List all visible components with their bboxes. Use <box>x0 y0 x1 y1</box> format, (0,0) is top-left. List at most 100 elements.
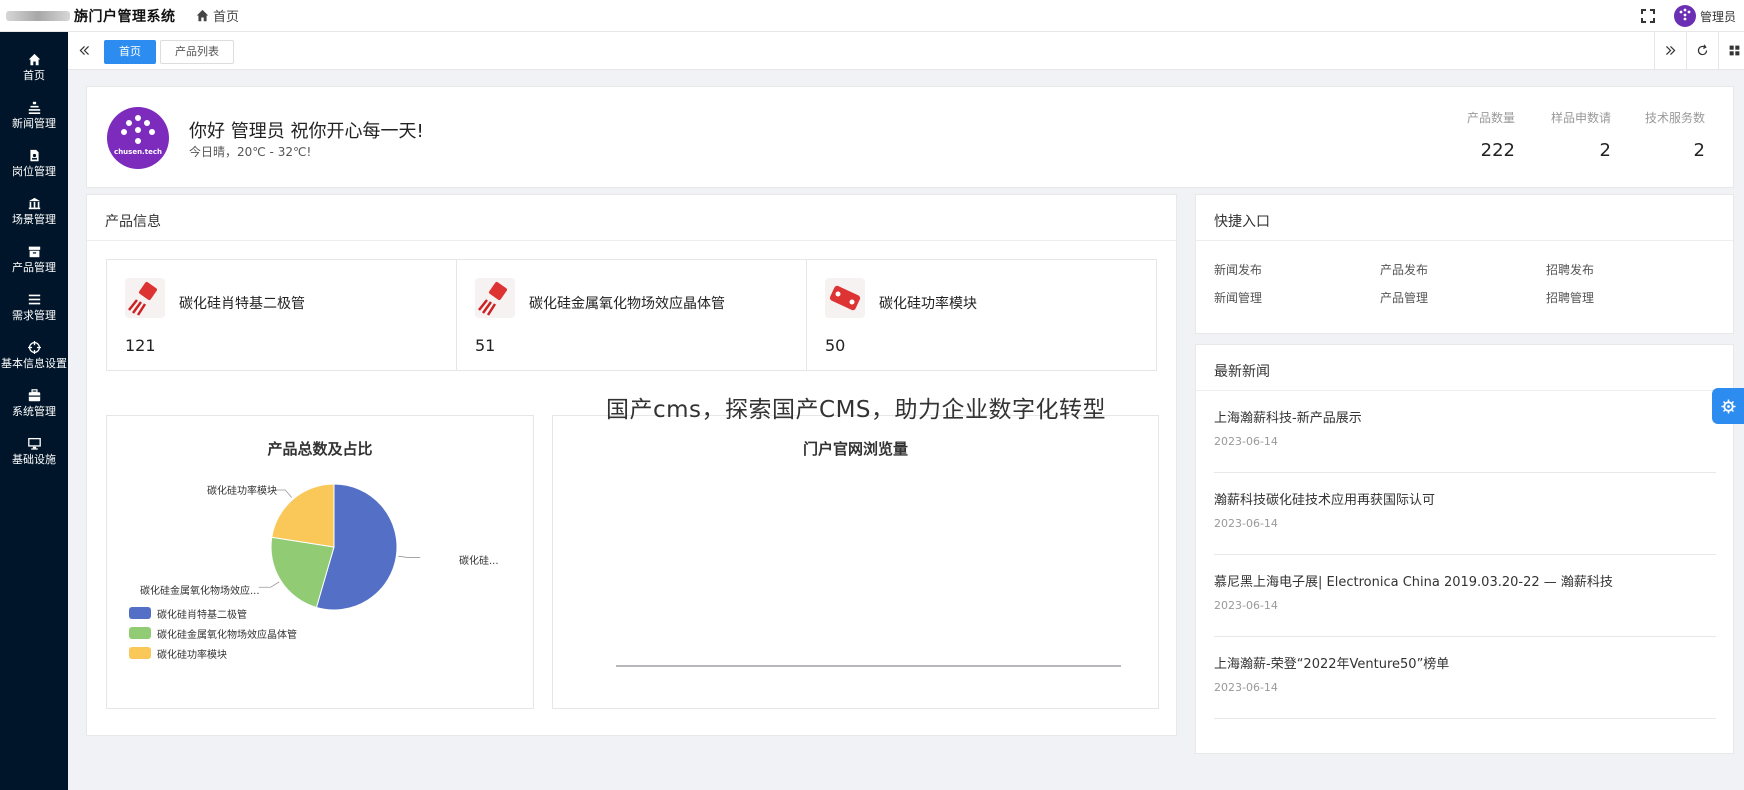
news-date: 2023-06-14 <box>1214 599 1278 612</box>
tab-menu-button[interactable] <box>1718 32 1744 69</box>
monitor-icon <box>27 437 41 450</box>
tab-product-list[interactable]: 产品列表 <box>160 40 234 64</box>
stat-product-count: 产品数量 222 <box>1405 109 1515 161</box>
tab-home[interactable]: 首页 <box>104 40 156 64</box>
sidebar: 首页 新闻管理 岗位管理 场景管理 产品管理 需求管理 基本信息设置 系统管理 … <box>0 32 68 790</box>
tabs-bar: 首页 产品列表 <box>68 32 1744 70</box>
pie-label: 碳化硅金属氧化物场效应... <box>140 586 260 597</box>
quick-link-product-manage[interactable]: 产品管理 <box>1380 289 1428 306</box>
news-item[interactable]: 慕尼黑上海电子展| Electronica China 2019.03.20-2… <box>1214 555 1716 637</box>
sidebar-item-label: 场景管理 <box>12 213 56 226</box>
stat-label: 产品数量 <box>1466 111 1515 125</box>
sidebar-item-products[interactable]: 产品管理 <box>0 232 68 280</box>
sidebar-item-jobs[interactable]: 岗位管理 <box>0 136 68 184</box>
news-date: 2023-06-14 <box>1214 517 1278 530</box>
target-icon <box>27 341 41 354</box>
news-title[interactable]: 上海瀚薪-荣登“2022年Venture50”榜单 <box>1214 653 1449 672</box>
pie-leader-line <box>258 581 280 588</box>
weather-text: 今日晴，20℃ - 32℃! <box>189 145 312 159</box>
product-box[interactable]: 碳化硅肖特基二极管 121 <box>106 259 457 371</box>
sic-diode-icon <box>125 278 165 318</box>
sic-power-module-icon <box>825 278 865 318</box>
news-title[interactable]: 慕尼黑上海电子展| Electronica China 2019.03.20-2… <box>1214 571 1613 590</box>
sidebar-item-requirements[interactable]: 需求管理 <box>0 280 68 328</box>
company-logo: chusen.tech <box>107 107 169 169</box>
news-item[interactable]: 瀚薪科技碳化硅技术应用再获国际认可 2023-06-14 <box>1214 473 1716 555</box>
product-count: 51 <box>475 336 496 355</box>
logo-text: chusen.tech <box>114 148 162 156</box>
refresh-button[interactable] <box>1686 32 1718 69</box>
stat-value: 2 <box>1693 140 1705 161</box>
sidebar-item-news[interactable]: 新闻管理 <box>0 88 68 136</box>
product-box[interactable]: 碳化硅功率模块 50 <box>806 259 1157 371</box>
sidebar-item-infrastructure[interactable]: 基础设施 <box>0 424 68 472</box>
overlay-caption: 国产cms，探索国产CMS，助力企业数字化转型 <box>606 397 1107 423</box>
list-icon <box>28 294 40 305</box>
legend-text: 碳化硅肖特基二极管 <box>157 610 247 621</box>
quick-link-news-publish[interactable]: 新闻发布 <box>1214 261 1262 278</box>
news-date: 2023-06-14 <box>1214 681 1278 694</box>
breadcrumb-home[interactable]: 首页 <box>196 6 239 25</box>
pie-label: 碳化硅... <box>459 556 499 567</box>
greeting-text: 你好 管理员 祝你开心每一天! <box>189 121 424 142</box>
product-info-card: 产品信息 碳化硅肖特基二极管 121 碳化硅金属氧化物场效应晶体管 51 碳化硅… <box>86 194 1177 736</box>
brand-logo-blurred <box>6 11 70 21</box>
double-chevron-left-icon <box>79 46 89 55</box>
fullscreen-icon[interactable] <box>1640 8 1656 24</box>
legend-text: 碳化硅金属氧化物场效应晶体管 <box>157 630 297 641</box>
system-title: 旃门户管理系统 <box>74 9 176 25</box>
settings-float-button[interactable] <box>1712 388 1744 424</box>
sidebar-item-label: 新闻管理 <box>12 117 56 130</box>
collapse-sidebar-button[interactable] <box>68 32 100 69</box>
product-count: 121 <box>125 336 156 355</box>
gear-icon <box>1720 398 1736 414</box>
card-header: 产品信息 <box>87 195 1176 241</box>
product-name: 碳化硅肖特基二极管 <box>179 296 305 312</box>
job-icon <box>29 149 39 162</box>
sidebar-item-scenes[interactable]: 场景管理 <box>0 184 68 232</box>
sidebar-item-label: 需求管理 <box>12 309 56 322</box>
sidebar-item-label: 基本信息设置 <box>1 357 67 370</box>
sidebar-item-basic-settings[interactable]: 基本信息设置 <box>0 328 68 376</box>
double-chevron-right-icon <box>1666 46 1676 55</box>
product-box[interactable]: 碳化硅金属氧化物场效应晶体管 51 <box>456 259 807 371</box>
quick-link-job-publish[interactable]: 招聘发布 <box>1546 261 1594 278</box>
stat-label: 技术服务数 <box>1644 111 1705 125</box>
briefcase-icon <box>28 389 40 402</box>
avatar[interactable] <box>1674 5 1696 27</box>
sidebar-item-label: 岗位管理 <box>12 165 56 178</box>
news-title[interactable]: 瀚薪科技碳化硅技术应用再获国际认可 <box>1214 489 1435 508</box>
product-name: 碳化硅功率模块 <box>879 296 977 312</box>
sidebar-item-label: 基础设施 <box>12 453 56 466</box>
card-header: 最新新闻 <box>1196 345 1733 391</box>
sidebar-item-system[interactable]: 系统管理 <box>0 376 68 424</box>
pie-slice[interactable] <box>271 483 335 548</box>
pie-label: 碳化硅功率模块 <box>207 486 277 497</box>
stat-value: 222 <box>1480 140 1515 161</box>
sidebar-item-label: 系统管理 <box>12 405 56 418</box>
quick-link-news-manage[interactable]: 新闻管理 <box>1214 289 1262 306</box>
news-icon <box>28 101 40 114</box>
stat-tech-services: 技术服务数 2 <box>1595 109 1705 161</box>
news-title[interactable]: 上海瀚薪科技-新产品展示 <box>1214 407 1362 426</box>
welcome-card: chusen.tech 你好 管理员 祝你开心每一天! 今日晴，20℃ - 32… <box>86 86 1734 188</box>
line-chart <box>616 665 1121 667</box>
card-title: 产品信息 <box>105 214 161 230</box>
news-item[interactable]: 上海瀚薪科技-新产品展示 2023-06-14 <box>1214 391 1716 473</box>
news-item[interactable]: 上海瀚薪-荣登“2022年Venture50”榜单 2023-06-14 <box>1214 637 1716 719</box>
sidebar-item-label: 产品管理 <box>12 261 56 274</box>
breadcrumb-home-label: 首页 <box>213 10 240 25</box>
latest-news-card: 最新新闻 上海瀚薪科技-新产品展示 2023-06-14 瀚薪科技碳化硅技术应用… <box>1195 344 1734 754</box>
quick-entry-card: 快捷入口 新闻发布 产品发布 招聘发布 新闻管理 产品管理 招聘管理 <box>1195 194 1734 334</box>
home-icon <box>196 9 209 22</box>
card-title: 快捷入口 <box>1214 214 1270 230</box>
quick-link-job-manage[interactable]: 招聘管理 <box>1546 289 1594 306</box>
sidebar-item-home[interactable]: 首页 <box>0 40 68 88</box>
admin-name[interactable]: 管理员 <box>1700 8 1736 25</box>
avatar-logo-icon <box>1679 8 1691 21</box>
scroll-tabs-right-button[interactable] <box>1654 32 1686 69</box>
quick-link-product-publish[interactable]: 产品发布 <box>1380 261 1428 278</box>
refresh-icon <box>1697 44 1708 56</box>
product-name: 碳化硅金属氧化物场效应晶体管 <box>529 296 725 312</box>
sic-mosfet-icon <box>475 278 515 318</box>
